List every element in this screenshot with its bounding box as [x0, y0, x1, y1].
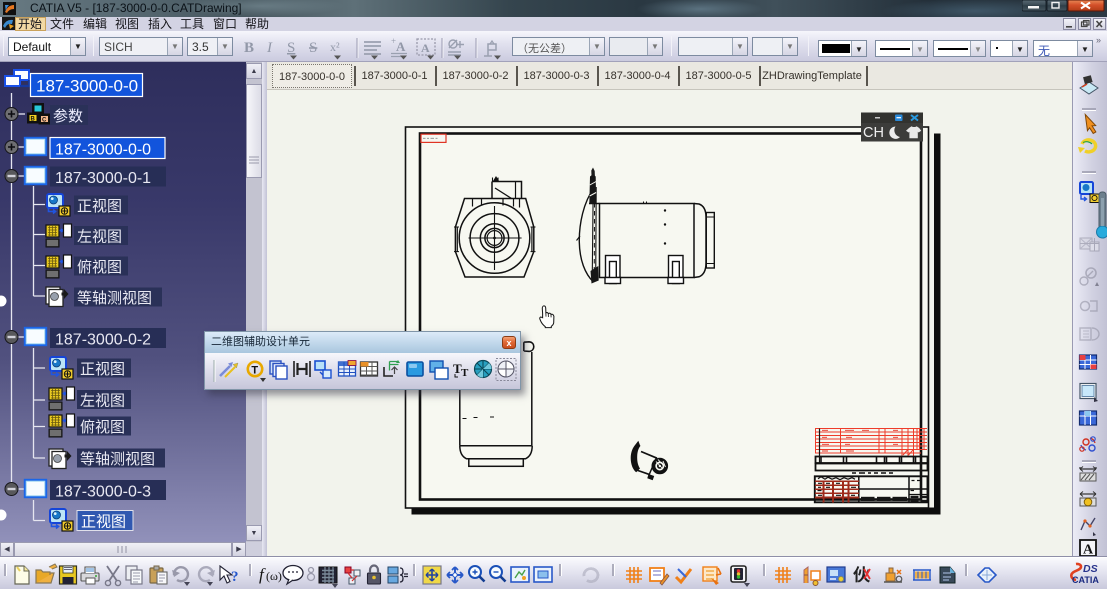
svg-text:等轴测视图: 等轴测视图	[80, 450, 155, 468]
svg-text:S: S	[309, 40, 317, 56]
svg-text:CATIA: CATIA	[1072, 575, 1099, 585]
svg-text:(ω): (ω)	[266, 569, 282, 583]
svg-text:俯视图: 俯视图	[77, 259, 122, 276]
svg-text:等轴测视图: 等轴测视图	[77, 289, 152, 307]
svg-text:187-3000-0-0: 187-3000-0-0	[36, 77, 138, 96]
svg-text:187-3000-0-1: 187-3000-0-1	[55, 170, 151, 187]
svg-text:S: S	[287, 40, 295, 56]
svg-text:左视图: 左视图	[77, 229, 122, 246]
svg-text:C: C	[42, 118, 47, 124]
svg-text:187-3000-0-2: 187-3000-0-2	[55, 332, 151, 349]
svg-text:+: +	[391, 36, 396, 46]
svg-text:A: A	[396, 39, 406, 54]
svg-text:CH: CH	[863, 125, 884, 141]
svg-text:T: T	[461, 367, 469, 379]
svg-text:正视图: 正视图	[81, 514, 126, 531]
svg-text:T: T	[251, 365, 258, 377]
svg-text:B: B	[31, 117, 36, 123]
svg-text:A: A	[1083, 543, 1094, 558]
svg-text:B: B	[244, 40, 254, 56]
svg-text:x²: x²	[330, 40, 340, 54]
svg-text:参数: 参数	[53, 108, 83, 125]
svg-text:左视图: 左视图	[80, 393, 125, 410]
svg-text:187-3000-0-0: 187-3000-0-0	[55, 142, 151, 159]
svg-text:正视图: 正视图	[80, 361, 125, 378]
svg-text:俯视图: 俯视图	[80, 419, 125, 436]
svg-text:DS: DS	[1083, 563, 1098, 575]
svg-text:正视图: 正视图	[77, 198, 122, 215]
svg-text:I: I	[266, 40, 273, 56]
svg-text:?: ?	[231, 569, 239, 585]
svg-text:f: f	[259, 565, 266, 584]
svg-text:187-3000-0-3: 187-3000-0-3	[55, 484, 151, 501]
svg-text:A: A	[421, 41, 430, 55]
